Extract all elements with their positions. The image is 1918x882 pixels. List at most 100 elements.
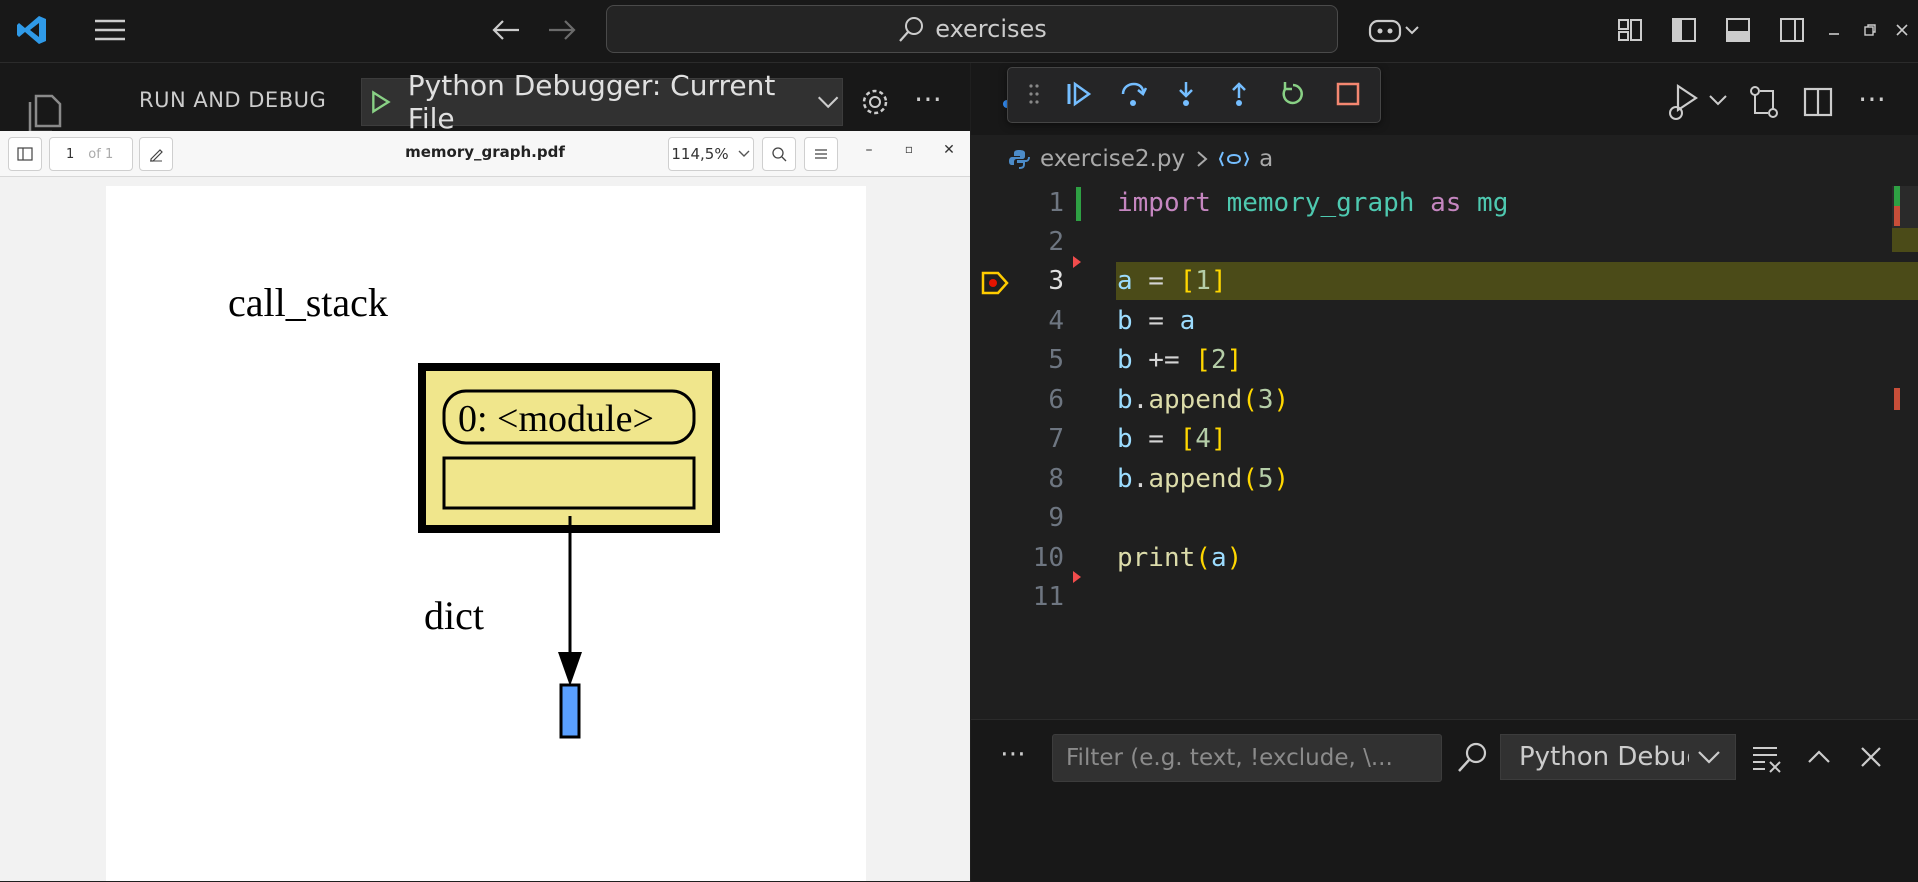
chevron-right-icon — [1197, 151, 1208, 167]
code-line-6[interactable]: b.append(3) — [1117, 385, 1289, 415]
pdf-close-icon[interactable]: ✕ — [938, 142, 960, 164]
variable-symbol-icon — [1219, 151, 1250, 167]
code-line-5[interactable]: b += [2] — [1117, 345, 1242, 375]
vscode-logo-icon — [14, 12, 50, 48]
back-arrow-icon[interactable] — [488, 12, 524, 48]
search-text: exercises — [935, 15, 1047, 43]
line-number: 1 — [1048, 188, 1064, 218]
page-number-value: 1 — [66, 146, 75, 162]
ruler-added-marker — [1894, 186, 1900, 206]
dict-label: dict — [424, 593, 484, 638]
python-file-icon — [1009, 150, 1030, 169]
line-number: 7 — [1048, 424, 1064, 454]
editor-more-actions-icon[interactable]: ⋯ — [1854, 84, 1890, 120]
step-over-icon[interactable] — [1118, 79, 1148, 109]
filter-placeholder: Filter (e.g. text, !exclude, \... — [1066, 745, 1393, 771]
debug-console-filter-input[interactable]: Filter (e.g. text, !exclude, \... — [1052, 734, 1442, 782]
page-total: of 1 — [88, 146, 114, 162]
breadcrumb-file[interactable]: exercise2.py — [1040, 146, 1185, 172]
code-line-3[interactable]: a = [1] — [1117, 266, 1227, 296]
split-editor-icon[interactable] — [1800, 84, 1836, 120]
frame-variables-box — [442, 456, 696, 510]
code-line-10[interactable]: print(a) — [1117, 543, 1242, 573]
close-panel-icon[interactable] — [1854, 740, 1888, 774]
toggle-panel-icon[interactable] — [1720, 12, 1756, 48]
pdf-maximize-icon[interactable]: ▫ — [898, 142, 920, 164]
clear-console-icon[interactable] — [1750, 740, 1784, 774]
close-window-icon[interactable] — [1890, 12, 1914, 48]
explorer-icon[interactable] — [22, 84, 72, 134]
find-icon[interactable] — [1456, 740, 1490, 774]
chevron-down-icon — [1698, 751, 1720, 764]
sidebar-toggle-icon[interactable] — [8, 137, 42, 171]
ruler-modified-marker — [1894, 206, 1900, 226]
sidebar-title: RUN AND DEBUG — [139, 88, 327, 112]
search-icon — [899, 17, 924, 42]
line-number: 11 — [1032, 582, 1064, 612]
panel-more-icon[interactable]: ⋯ — [996, 740, 1030, 774]
debug-config-dropdown[interactable]: Python Debugger: Current File — [361, 69, 843, 135]
current-line-highlight — [1116, 262, 1918, 300]
pdf-filename: memory_graph.pdf — [405, 143, 565, 161]
restore-window-icon[interactable] — [1858, 12, 1882, 48]
line-number: 6 — [1048, 385, 1064, 415]
pdf-menu-icon[interactable] — [804, 137, 838, 171]
debug-config-label: Python Debugger: Current File — [407, 69, 776, 135]
code-line-7[interactable]: b = [4] — [1117, 424, 1227, 454]
deleted-line-marker — [1073, 256, 1081, 268]
line-number: 8 — [1048, 464, 1064, 494]
chevron-down-icon — [738, 150, 750, 157]
annotate-icon[interactable] — [139, 137, 173, 171]
zoom-dropdown[interactable]: 114,5% — [668, 137, 754, 171]
line-number: 4 — [1048, 306, 1064, 336]
breadcrumb: exercise2.py a — [1008, 146, 1273, 172]
debug-run-icon — [1669, 83, 1727, 120]
menu-icon[interactable] — [92, 12, 128, 48]
pdf-search-icon[interactable] — [762, 137, 796, 171]
gear-icon[interactable] — [857, 84, 893, 120]
line-number: 5 — [1048, 345, 1064, 375]
line-number: 9 — [1048, 503, 1064, 533]
continue-icon[interactable] — [1064, 79, 1094, 109]
forward-arrow-icon[interactable] — [544, 12, 580, 48]
page-number-field[interactable]: 1 of 1 — [49, 137, 133, 171]
line-number: 2 — [1048, 227, 1064, 257]
compare-changes-icon[interactable] — [1744, 82, 1784, 122]
pdf-page: call_stack 0: <module> dict — [106, 186, 866, 881]
code-line-8[interactable]: b.append(5) — [1117, 464, 1289, 494]
more-actions-icon[interactable]: ⋯ — [910, 84, 946, 120]
copilot-icon[interactable] — [1364, 12, 1424, 48]
chevron-down-icon — [817, 96, 839, 109]
code-line-4[interactable]: b = a — [1117, 306, 1195, 336]
step-out-icon[interactable] — [1224, 79, 1254, 109]
code-line-1[interactable]: import memory_graph as mg — [1117, 188, 1508, 218]
dict-node — [559, 683, 581, 739]
toggle-secondary-sidebar-icon[interactable] — [1774, 12, 1810, 48]
ruler-modified-marker — [1894, 388, 1900, 410]
memory-graph: call_stack 0: <module> dict — [228, 280, 720, 739]
deleted-line-marker — [1073, 571, 1081, 583]
drag-handle-icon[interactable] — [1024, 79, 1044, 109]
pdf-minimize-icon[interactable]: – — [858, 142, 880, 164]
toggle-primary-sidebar-icon[interactable] — [1666, 12, 1702, 48]
zoom-value: 114,5% — [671, 145, 729, 163]
frame-label: 0: <module> — [458, 398, 654, 440]
run-debug-split-button[interactable] — [1658, 78, 1738, 124]
customize-layout-icon[interactable] — [1612, 12, 1648, 48]
line-number: 10 — [1032, 543, 1064, 573]
breadcrumb-symbol[interactable]: a — [1259, 146, 1273, 172]
debug-session-select[interactable]: Python Debugger — [1500, 734, 1736, 780]
line-number-current: 3 — [1048, 266, 1064, 296]
minimize-window-icon[interactable] — [1822, 12, 1846, 48]
call-stack-label: call_stack — [228, 280, 388, 325]
debug-session-value: Python Debugger — [1519, 742, 1689, 772]
maximize-panel-icon[interactable] — [1802, 740, 1836, 774]
ruler-current-line-marker — [1892, 228, 1918, 252]
stop-icon[interactable] — [1333, 79, 1363, 109]
step-into-icon[interactable] — [1171, 79, 1201, 109]
arrow-head — [558, 652, 582, 686]
restart-icon[interactable] — [1278, 79, 1308, 109]
command-center-search[interactable]: exercises — [606, 5, 1338, 53]
added-line-gutter-marker — [1076, 187, 1081, 221]
start-debugging-icon[interactable] — [362, 87, 400, 117]
